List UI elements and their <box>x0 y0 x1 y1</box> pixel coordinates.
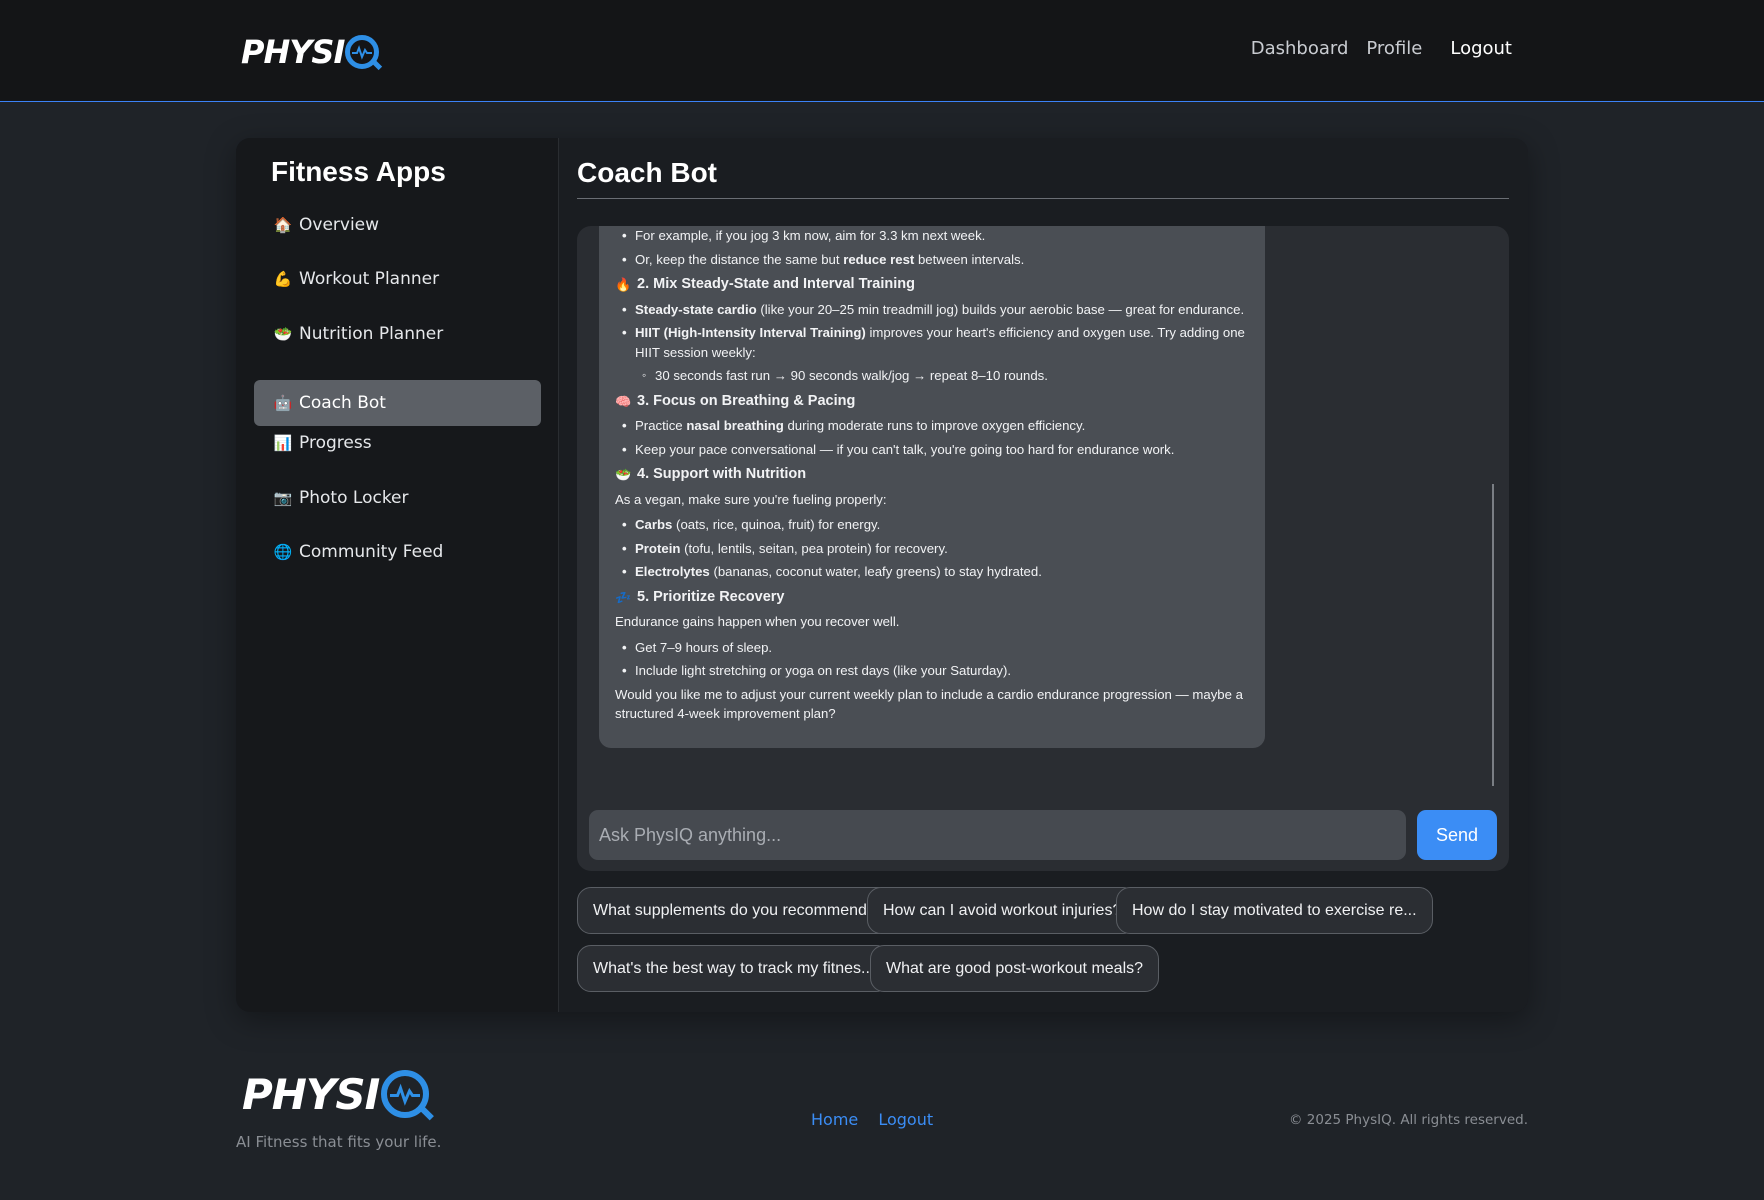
sidebar-item-community-feed[interactable]: 🌐 Community Feed <box>254 529 541 575</box>
message-bullet: Keep your pace conversational — if you c… <box>615 440 1249 460</box>
sidebar-item-label: Progress <box>299 433 372 453</box>
sidebar: Fitness Apps 🏠 Overview 💪 Workout Planne… <box>236 138 559 1012</box>
sidebar-item-label: Nutrition Planner <box>299 324 444 344</box>
suggestion-chip[interactable]: What supplements do you recommend? <box>577 887 892 934</box>
send-button[interactable]: Send <box>1417 810 1497 860</box>
sidebar-item-label: Workout Planner <box>299 269 440 289</box>
message-paragraph: Endurance gains happen when you recover … <box>615 614 900 629</box>
footer-logo: PHYSI <box>242 1068 430 1120</box>
message-heading: 🥗 4. Support with Nutrition <box>615 465 1249 485</box>
footer-tagline: AI Fitness that fits your life. <box>236 1133 442 1151</box>
message-heading: 💤 5. Prioritize Recovery <box>615 588 1249 608</box>
message-bullet: Carbs (oats, rice, quinoa, fruit) for en… <box>615 515 1249 535</box>
chat-messages[interactable]: For example, if you jog 3 km now, aim fo… <box>599 226 1265 788</box>
logo-wordmark: PHYSI <box>241 33 345 71</box>
nav-dashboard-link[interactable]: Dashboard <box>1251 38 1349 59</box>
message-sub-bullet: 30 seconds fast run → 90 seconds walk/jo… <box>615 366 1249 386</box>
sleep-icon: 💤 <box>615 589 632 605</box>
sidebar-item-overview[interactable]: 🏠 Overview <box>254 202 541 248</box>
top-header: PHYSI Dashboard Profile Logout <box>0 0 1764 102</box>
chat-input-row: Send <box>589 810 1497 860</box>
message-heading: 🔥 2. Mix Steady-State and Interval Traini… <box>615 275 1249 295</box>
house-icon: 🏠 <box>273 216 293 234</box>
message-bullet: Protein (tofu, lentils, seitan, pea prot… <box>615 539 1249 559</box>
bot-message-bubble: For example, if you jog 3 km now, aim fo… <box>599 226 1265 748</box>
message-bullet: Get 7–9 hours of sleep. <box>615 638 1249 658</box>
page-title: Coach Bot <box>577 157 717 188</box>
sidebar-item-label: Community Feed <box>299 542 444 562</box>
message-closing: Would you like me to adjust your current… <box>615 686 1243 722</box>
chat-scrollbar[interactable] <box>1492 484 1494 786</box>
salad-icon: 🥗 <box>273 325 293 343</box>
message-bullet: Practice nasal breathing during moderate… <box>615 416 1249 436</box>
message-bullet: For example, if you jog 3 km now, aim fo… <box>615 226 1249 246</box>
top-nav: Dashboard Profile Logout <box>1233 38 1512 59</box>
logo-q-pulse-icon <box>345 35 380 69</box>
message-bullet: Electrolytes (bananas, coconut water, le… <box>615 562 1249 582</box>
suggestion-chip[interactable]: What's the best way to track my fitnes..… <box>577 945 891 992</box>
nav-logout-link[interactable]: Logout <box>1450 38 1512 59</box>
sidebar-title: Fitness Apps <box>271 156 446 187</box>
physiq-logo[interactable]: PHYSI <box>241 32 380 72</box>
chat-input[interactable] <box>589 810 1406 860</box>
robot-icon: 🤖 <box>273 394 293 412</box>
sidebar-item-label: Photo Locker <box>299 488 409 508</box>
suggestion-chip[interactable]: What are good post-workout meals? <box>870 945 1160 992</box>
camera-icon: 📷 <box>273 489 293 507</box>
footer-home-link[interactable]: Home <box>811 1110 858 1129</box>
main-content: Coach Bot For example, if you jog 3 km n… <box>560 138 1528 1012</box>
footer-logout-link[interactable]: Logout <box>878 1110 933 1129</box>
footer-copyright: © 2025 PhysIQ. All rights reserved. <box>1288 1112 1528 1128</box>
flexed-biceps-icon: 💪 <box>273 270 293 288</box>
message-bullet: Include light stretching or yoga on rest… <box>615 661 1249 681</box>
suggestion-chip[interactable]: How do I stay motivated to exercise re..… <box>1116 887 1433 934</box>
message-paragraph: As a vegan, make sure you're fueling pro… <box>615 491 887 507</box>
nav-profile-link[interactable]: Profile <box>1366 38 1422 59</box>
sidebar-item-nutrition-planner[interactable]: 🥗 Nutrition Planner <box>254 311 541 357</box>
suggestion-chip[interactable]: How can I avoid workout injuries? <box>867 887 1138 934</box>
bar-chart-icon: 📊 <box>273 434 293 452</box>
message-bullet: Or, keep the distance the same but reduc… <box>615 250 1249 270</box>
message-heading: 🧠 3. Focus on Breathing & Pacing <box>615 392 1249 412</box>
sidebar-item-label: Overview <box>299 215 380 235</box>
chat-panel: For example, if you jog 3 km now, aim fo… <box>577 226 1509 871</box>
title-divider <box>577 198 1509 199</box>
sidebar-item-workout-planner[interactable]: 💪 Workout Planner <box>254 256 541 302</box>
sidebar-item-label: Coach Bot <box>299 393 386 413</box>
app-card: Fitness Apps 🏠 Overview 💪 Workout Planne… <box>236 138 1528 1012</box>
salad-icon: 🥗 <box>615 467 632 482</box>
message-bullet: HIIT (High-Intensity Interval Training) … <box>615 323 1249 362</box>
logo-q-pulse-icon <box>381 1070 430 1118</box>
message-bullet: Steady-state cardio (like your 20–25 min… <box>615 300 1249 320</box>
fire-icon: 🔥 <box>615 277 632 292</box>
footer-links: Home Logout <box>811 1110 948 1129</box>
globe-icon: 🌐 <box>273 543 293 561</box>
sidebar-item-progress[interactable]: 📊 Progress <box>254 420 541 466</box>
logo-wordmark: PHYSI <box>242 1069 380 1119</box>
sidebar-item-photo-locker[interactable]: 📷 Photo Locker <box>254 475 541 521</box>
brain-icon: 🧠 <box>615 393 632 409</box>
